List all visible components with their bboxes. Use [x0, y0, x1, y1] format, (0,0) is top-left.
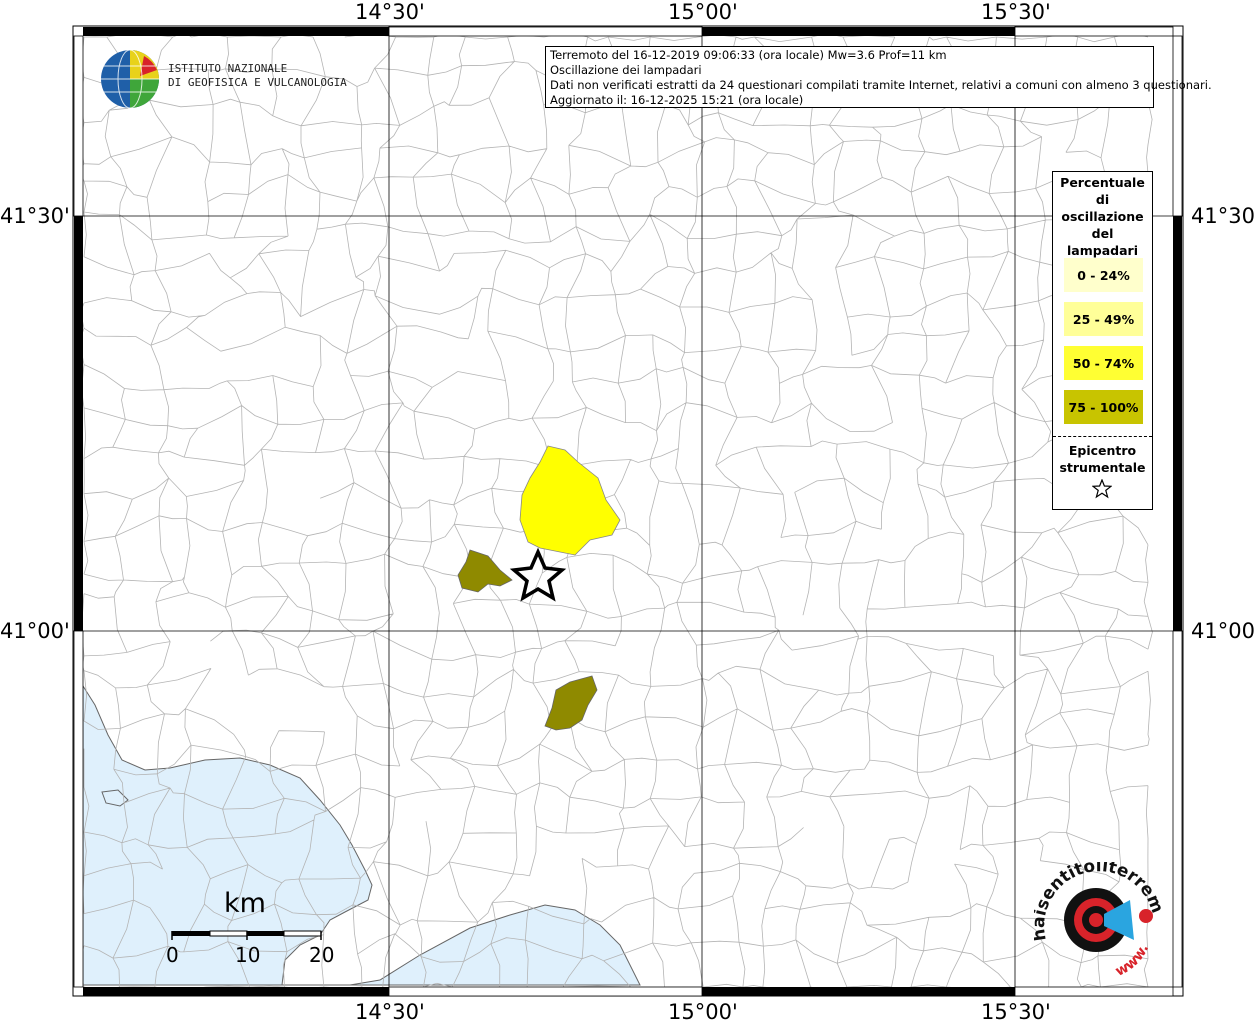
event-title: Terremoto del 16-12-2019 09:06:33 (ora l… [550, 48, 947, 62]
update-timestamp: Aggiornato il: 16-12-2025 15:21 (ora loc… [550, 93, 804, 107]
lon-label-bottom-2: 15°00' [668, 1000, 738, 1024]
legend-epicenter-line: strumentale [1059, 460, 1146, 475]
legend-title-line: Percentuale [1060, 175, 1145, 190]
lon-label-top-2: 15°00' [668, 0, 738, 24]
ingv-globe-logo-icon [101, 49, 159, 109]
legend-separator [1053, 436, 1152, 437]
lon-label-bottom-3: 15°30' [981, 1000, 1051, 1024]
lat-label-right-1: 41°30' [1191, 204, 1256, 228]
legend-swatch-25-49: 25 - 49% [1064, 302, 1143, 336]
svg-text:www.: www. [1113, 942, 1152, 980]
map-subtitle: Oscillazione dei lampadari [550, 63, 702, 77]
brand-text-bottom: www. [1113, 942, 1152, 980]
logo-line-1: ISTITUTO NAZIONALE [168, 62, 288, 75]
legend-epicenter-line: Epicentro [1068, 443, 1137, 458]
legend-title-line: di [1095, 192, 1110, 207]
lon-label-bottom-1: 14°30' [355, 1000, 425, 1024]
data-note: Dati non verificati estratti da 24 quest… [550, 78, 1212, 92]
lat-label-right-2: 41°00' [1191, 619, 1256, 643]
legend-title-line: lampadari [1067, 243, 1138, 258]
ingv-logo-text: ISTITUTO NAZIONALE DI GEOFISICA E VULCAN… [168, 62, 347, 90]
legend-title-line: oscillazione [1061, 209, 1144, 224]
event-info-box: Terremoto del 16-12-2019 09:06:33 (ora l… [545, 46, 1212, 108]
logo-line-2: DI GEOFISICA E VULCANOLOGIA [168, 76, 347, 89]
legend-swatch-0-24: 0 - 24% [1064, 258, 1143, 292]
haisentito-logo-icon[interactable]: haisentitoilterremoto.it www. [1034, 862, 1164, 982]
legend-title: Percentuale di oscillazione del lampadar… [1053, 174, 1152, 259]
scale-label-0: 0 [166, 943, 179, 967]
scale-label-10: 10 [235, 943, 261, 967]
legend-swatch-75-100: 75 - 100% [1064, 390, 1143, 424]
lon-label-top-1: 14°30' [355, 0, 425, 24]
star-outline-icon [1092, 479, 1112, 499]
scale-unit: km [224, 888, 266, 919]
lon-label-top-3: 15°30' [981, 0, 1051, 24]
legend-panel: Percentuale di oscillazione del lampadar… [1052, 171, 1153, 510]
lat-label-left-2: 41°00' [0, 619, 70, 643]
lat-label-left-1: 41°30' [0, 204, 70, 228]
legend-epicenter-label: Epicentro strumentale [1053, 442, 1152, 476]
legend-title-line: del [1091, 226, 1114, 241]
legend-swatch-50-74: 50 - 74% [1064, 346, 1143, 380]
scale-label-20: 20 [309, 943, 335, 967]
